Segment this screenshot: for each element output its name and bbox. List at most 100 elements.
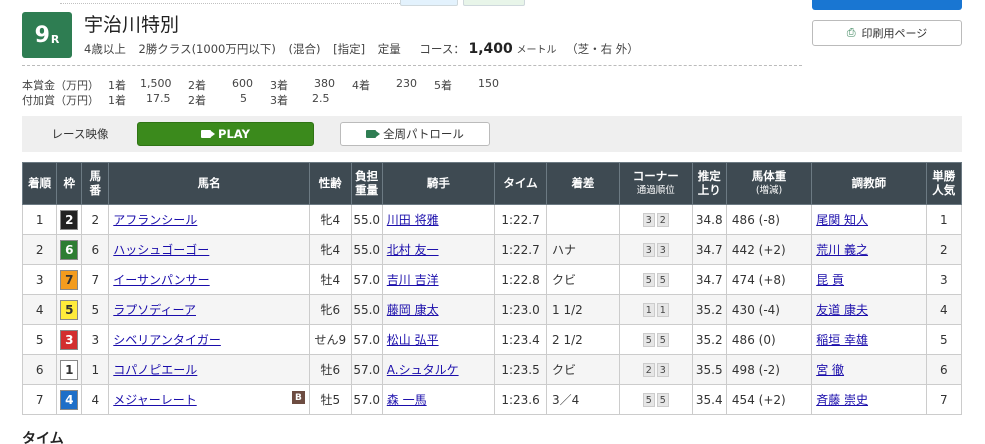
horse-cell: アフランシール bbox=[108, 204, 310, 235]
top-toggle-1[interactable] bbox=[400, 0, 458, 6]
body-weight-cell: 486 (-8) bbox=[725, 204, 813, 235]
last3f-cell: 34.7 bbox=[691, 234, 727, 265]
popularity-cell: 1 bbox=[925, 204, 963, 235]
rank-cell: 4 bbox=[21, 294, 58, 325]
sex-age-cell: 牡4 bbox=[308, 264, 352, 295]
corner-position: 5 bbox=[642, 273, 655, 287]
horse-cell: シベリアンタイガー bbox=[108, 324, 310, 355]
top-toggle-2[interactable] bbox=[463, 0, 525, 6]
trainer-cell: 荒川 義之 bbox=[811, 234, 927, 265]
weight-cell: 55.0 bbox=[350, 234, 383, 265]
body-weight-cell: 474 (+8) bbox=[725, 264, 813, 295]
trainer-name-link[interactable]: 稲垣 幸雄 bbox=[816, 333, 868, 347]
favorite-button[interactable] bbox=[812, 0, 962, 10]
trainer-name-link[interactable]: 昆 貢 bbox=[816, 273, 844, 287]
rank-cell: 1 bbox=[21, 204, 58, 235]
popularity-cell: 5 bbox=[925, 324, 963, 355]
header-corner[interactable]: コーナー 通過順位 bbox=[618, 162, 693, 205]
trainer-cell: 斉藤 崇史 bbox=[811, 384, 927, 415]
header-trainer[interactable]: 調教師 bbox=[811, 162, 927, 205]
horse-name-link[interactable]: コパノピエール bbox=[113, 363, 197, 377]
jockey-cell: 吉川 吉洋 bbox=[381, 264, 496, 295]
race-title: 宇治川特別 bbox=[84, 14, 180, 36]
jockey-name-link[interactable]: 森 一馬 bbox=[387, 393, 427, 407]
horse-name-link[interactable]: シベリアンタイガー bbox=[113, 333, 221, 347]
header-last3f[interactable]: 推定 上り bbox=[691, 162, 727, 205]
popularity-cell: 7 bbox=[925, 384, 963, 415]
corner-position: 1 bbox=[656, 303, 669, 317]
sex-age-cell: 牡6 bbox=[308, 354, 352, 385]
sex-age-cell: 牡5 bbox=[308, 384, 352, 415]
waku-badge: 2 bbox=[60, 209, 79, 230]
waku-badge: 7 bbox=[60, 269, 79, 290]
table-row: 7 4 4 メジャーレート B 牡5 57.0 森 一馬 1:23.6 3／4 5 5 35.4 454 … bbox=[21, 384, 963, 415]
play-video-button[interactable]: PLAY bbox=[137, 122, 314, 146]
jockey-name-link[interactable]: A.シュタルケ bbox=[387, 363, 459, 377]
header-time[interactable]: タイム bbox=[494, 162, 548, 205]
corner-position: 5 bbox=[656, 273, 669, 287]
body-weight-cell: 430 (-4) bbox=[725, 294, 813, 325]
weight-cell: 57.0 bbox=[350, 324, 383, 355]
sex-age-cell: せん9 bbox=[308, 324, 352, 355]
jockey-name-link[interactable]: 川田 将雅 bbox=[387, 213, 439, 227]
patrol-video-button[interactable]: 全周パトロール bbox=[340, 122, 490, 146]
margin-cell: ハナ bbox=[546, 234, 620, 265]
trainer-name-link[interactable]: 荒川 義之 bbox=[816, 243, 868, 257]
horse-name-link[interactable]: メジャーレート bbox=[113, 393, 196, 407]
distance-unit: メートル bbox=[516, 45, 557, 56]
header-weight[interactable]: 負担 重量 bbox=[350, 162, 383, 205]
print-page-button[interactable]: ⎙ 印刷用ページ bbox=[812, 20, 962, 46]
trainer-name-link[interactable]: 友道 康夫 bbox=[816, 303, 868, 317]
trainer-name-link[interactable]: 宮 徹 bbox=[816, 363, 844, 377]
header-popularity[interactable]: 単勝 人気 bbox=[925, 162, 963, 205]
prize-value: 230 bbox=[396, 77, 417, 90]
corner-position: 3 bbox=[656, 243, 669, 257]
header-body-line2: (増減) bbox=[755, 185, 783, 197]
trainer-cell: 友道 康夫 bbox=[811, 294, 927, 325]
race-video-text: レース映像 bbox=[51, 127, 109, 141]
prize-place: 4着 bbox=[352, 79, 370, 92]
header-waku[interactable]: 枠 bbox=[56, 162, 83, 205]
corner-cell: 23 bbox=[618, 354, 693, 385]
jockey-name-link[interactable]: 松山 弘平 bbox=[387, 333, 439, 347]
umaban-cell: 5 bbox=[81, 294, 110, 325]
trainer-name-link[interactable]: 尾関 知人 bbox=[816, 213, 868, 227]
time-cell: 1:22.7 bbox=[494, 234, 548, 265]
corner-cell: 33 bbox=[618, 234, 693, 265]
margin-cell bbox=[546, 204, 620, 235]
umaban-cell: 7 bbox=[81, 264, 110, 295]
last3f-cell: 35.2 bbox=[691, 324, 727, 355]
header-sex-age[interactable]: 性齢 bbox=[308, 162, 352, 205]
prize-place: 1着 bbox=[108, 94, 126, 107]
prize-value: 5 bbox=[240, 92, 247, 105]
horse-name-link[interactable]: ラプソディーア bbox=[113, 303, 196, 317]
header-rank[interactable]: 着順 bbox=[21, 162, 58, 205]
horse-name-link[interactable]: アフランシール bbox=[113, 213, 197, 227]
table-row: 1 2 2 アフランシール 牝4 55.0 川田 将雅 1:22.7 3 2 34.8 486 (-8… bbox=[21, 204, 963, 235]
horse-name-link[interactable]: イーサンパンサー bbox=[113, 273, 209, 287]
header-umaban[interactable]: 馬番 bbox=[81, 162, 110, 205]
top-cutoff-text bbox=[60, 0, 400, 4]
trainer-name-link[interactable]: 斉藤 崇史 bbox=[816, 393, 868, 407]
jockey-name-link[interactable]: 北村 友一 bbox=[387, 243, 439, 257]
horse-cell: イーサンパンサー bbox=[108, 264, 310, 295]
header-margin[interactable]: 着差 bbox=[546, 162, 620, 205]
jockey-name-link[interactable]: 藤岡 康太 bbox=[387, 303, 439, 317]
corner-position: 2 bbox=[656, 213, 669, 227]
header-horse[interactable]: 馬名 bbox=[108, 162, 310, 205]
patrol-label: 全周パトロール bbox=[383, 127, 464, 141]
horse-name-link[interactable]: ハッシュゴーゴー bbox=[113, 243, 209, 257]
corner-position: 5 bbox=[642, 333, 655, 347]
margin-cell: 3／4 bbox=[546, 384, 620, 415]
jockey-name-link[interactable]: 吉川 吉洋 bbox=[387, 273, 439, 287]
time-cell: 1:23.5 bbox=[494, 354, 548, 385]
prize-value: 380 bbox=[314, 77, 335, 90]
header-jockey[interactable]: 騎手 bbox=[381, 162, 496, 205]
header-body-weight[interactable]: 馬体重 (増減) bbox=[725, 162, 813, 205]
header-pop-line1: 単勝 bbox=[932, 169, 956, 184]
last3f-cell: 35.2 bbox=[691, 294, 727, 325]
corner-position: 3 bbox=[656, 363, 669, 377]
prize-place: 3着 bbox=[270, 94, 288, 107]
course-distance: 1,400 bbox=[468, 41, 513, 57]
weight-cell: 55.0 bbox=[350, 294, 383, 325]
